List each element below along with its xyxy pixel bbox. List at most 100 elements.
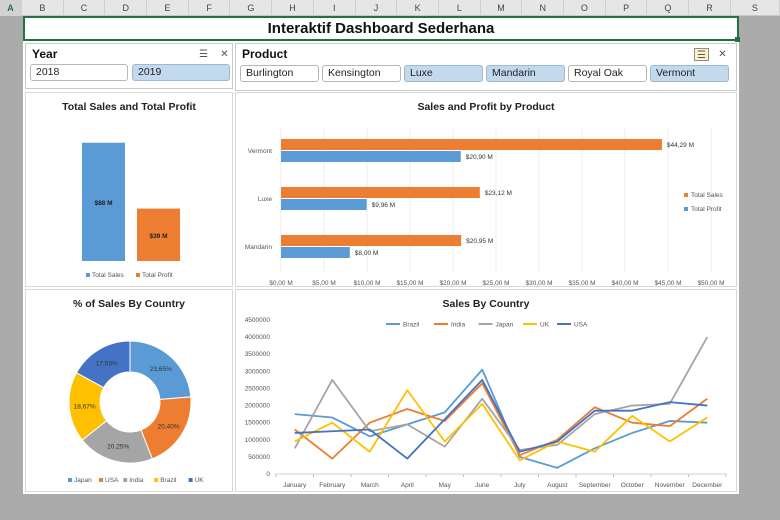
multi-select-icon[interactable]: ☰ <box>196 48 211 61</box>
hbar-chart-plot: $0,00 M $5,00 M $10,00 M $15,00 M $20,00 M $2… <box>245 128 725 286</box>
column-header-m[interactable]: M <box>481 0 523 16</box>
column-header-k[interactable]: K <box>397 0 439 16</box>
x-tick-label: $25,00 M <box>482 280 509 286</box>
legend-label: USA <box>574 322 588 329</box>
data-label: $44,29 M <box>667 142 694 149</box>
x-tick-label: $35,00 M <box>568 280 595 286</box>
column-header-a[interactable]: A <box>0 0 22 16</box>
data-label: $8,00 M <box>355 250 379 257</box>
product-item-luxe[interactable]: Luxe <box>404 65 483 82</box>
fill-handle[interactable] <box>735 37 740 42</box>
column-header-d[interactable]: D <box>105 0 148 16</box>
year-slicer-header: Year <box>32 47 58 61</box>
total-sales-profit-chart[interactable]: Total Sales and Total Profit $88 M $39 MT… <box>25 92 233 287</box>
line-chart-plot: 0 500000 1000000 1500000 2000000 2500000 30000… <box>245 317 727 489</box>
bar-profit-vermont <box>281 151 461 162</box>
y-tick-label: 1500000 <box>245 420 271 427</box>
y-tick-label: 4000000 <box>245 334 271 341</box>
title-cell[interactable]: Interaktif Dashboard Sederhana <box>23 16 740 42</box>
x-tick-label: $20,00 M <box>439 280 466 286</box>
sales-profit-by-product-chart[interactable]: Sales and Profit by Product $0,00 M $5,00… <box>235 92 737 287</box>
year-slicer[interactable]: Year ☰ ✕ 2018 2019 <box>25 43 233 89</box>
data-label: $20,95 M <box>466 238 493 245</box>
bar-profit-mandarin <box>281 247 350 258</box>
column-header-b[interactable]: B <box>22 0 64 16</box>
column-header-j[interactable]: J <box>356 0 398 16</box>
legend-swatch <box>684 207 688 211</box>
legend-swatch <box>684 193 688 197</box>
legend-label: Brazil <box>160 477 177 484</box>
legend-swatch <box>68 478 72 482</box>
column-header-p[interactable]: P <box>606 0 648 16</box>
line-series-india <box>294 382 708 460</box>
x-tick-label: June <box>475 482 489 489</box>
legend-label: India <box>129 477 143 484</box>
excel-window: ABCDEFGHIJKLMNOPQRS Interaktif Dashboard… <box>0 0 780 520</box>
column-header-n[interactable]: N <box>522 0 565 16</box>
year-item-2018[interactable]: 2018 <box>30 64 128 81</box>
column-header-s[interactable]: S <box>731 0 780 16</box>
x-tick-label: $5,00 M <box>312 280 336 286</box>
x-tick-label: July <box>514 482 526 489</box>
x-tick-label: February <box>319 482 346 489</box>
y-tick-label: 3000000 <box>245 368 271 375</box>
category-label: Mandarin <box>245 244 272 251</box>
column-header-h[interactable]: H <box>272 0 314 16</box>
column-header-l[interactable]: L <box>439 0 481 16</box>
legend-swatch <box>188 478 193 482</box>
sales-by-country-line-chart[interactable]: Sales By Country 0 500000 1000000 1500000 20… <box>235 289 737 492</box>
category-label: Vermont <box>248 148 272 155</box>
year-item-2019[interactable]: 2019 <box>132 64 230 81</box>
column-header-o[interactable]: O <box>564 0 606 16</box>
slice-label: 17,03% <box>96 360 118 367</box>
legend-swatch <box>86 273 90 277</box>
bar-sales-luxe <box>281 187 480 198</box>
product-item-burlington[interactable]: Burlington <box>240 65 319 82</box>
x-tick-label: December <box>692 482 723 489</box>
bar-sales-vermont <box>281 139 662 150</box>
bar-chart-plot: $88 M $39 M Total Sales Total Profit <box>82 142 180 279</box>
y-tick-label: 500000 <box>248 454 270 461</box>
x-tick-label: $30,00 M <box>525 280 552 286</box>
product-item-mandarin[interactable]: Mandarin <box>486 65 565 82</box>
product-item-vermont[interactable]: Vermont <box>650 65 729 82</box>
product-slicer-header: Product <box>242 47 288 61</box>
row-header-strip <box>0 16 22 520</box>
clear-filter-icon[interactable]: ✕ <box>715 48 730 61</box>
x-tick-label: $50,00 M <box>697 280 724 286</box>
sales-by-country-donut-chart[interactable]: % of Sales By Country 23,65% 20,40% 20,25%… <box>25 289 233 492</box>
product-item-kensington[interactable]: Kensington <box>322 65 401 82</box>
legend-label: UK <box>540 322 550 329</box>
slice-label: 18,67% <box>74 403 96 410</box>
column-header-e[interactable]: E <box>147 0 189 16</box>
legend-label: Total Sales <box>691 192 724 199</box>
legend-label: Japan <box>74 477 92 484</box>
legend-label: Total Profit <box>691 206 722 213</box>
column-header-c[interactable]: C <box>64 0 106 16</box>
column-header-r[interactable]: R <box>689 0 731 16</box>
bar-profit-luxe <box>281 199 367 210</box>
column-header-g[interactable]: G <box>231 0 273 16</box>
column-header-q[interactable]: Q <box>648 0 690 16</box>
column-header-f[interactable]: F <box>189 0 231 16</box>
y-tick-label: 2000000 <box>245 403 271 410</box>
slice-label: 20,25% <box>107 443 129 450</box>
legend-swatch <box>136 273 140 277</box>
legend-swatch <box>123 478 128 482</box>
clear-filter-icon[interactable]: ✕ <box>217 48 232 61</box>
x-tick-label: $40,00 M <box>611 280 638 286</box>
legend-label: USA <box>105 477 119 484</box>
legend-label: UK <box>195 477 205 484</box>
product-slicer[interactable]: Product ☰ ✕ Burlington Kensington Luxe M… <box>235 43 737 91</box>
legend-label: Total Sales <box>92 272 125 279</box>
slice-label: 23,65% <box>150 366 172 373</box>
x-tick-label: $15,00 M <box>396 280 423 286</box>
product-item-royal-oak[interactable]: Royal Oak <box>568 65 647 82</box>
x-tick-label: March <box>361 482 379 489</box>
column-header-i[interactable]: I <box>314 0 356 16</box>
x-tick-label: $45,00 M <box>654 280 681 286</box>
x-tick-label: $10,00 M <box>353 280 380 286</box>
data-label: $20,90 M <box>466 154 493 161</box>
x-tick-label: April <box>401 482 415 489</box>
multi-select-icon[interactable]: ☰ <box>694 48 709 61</box>
